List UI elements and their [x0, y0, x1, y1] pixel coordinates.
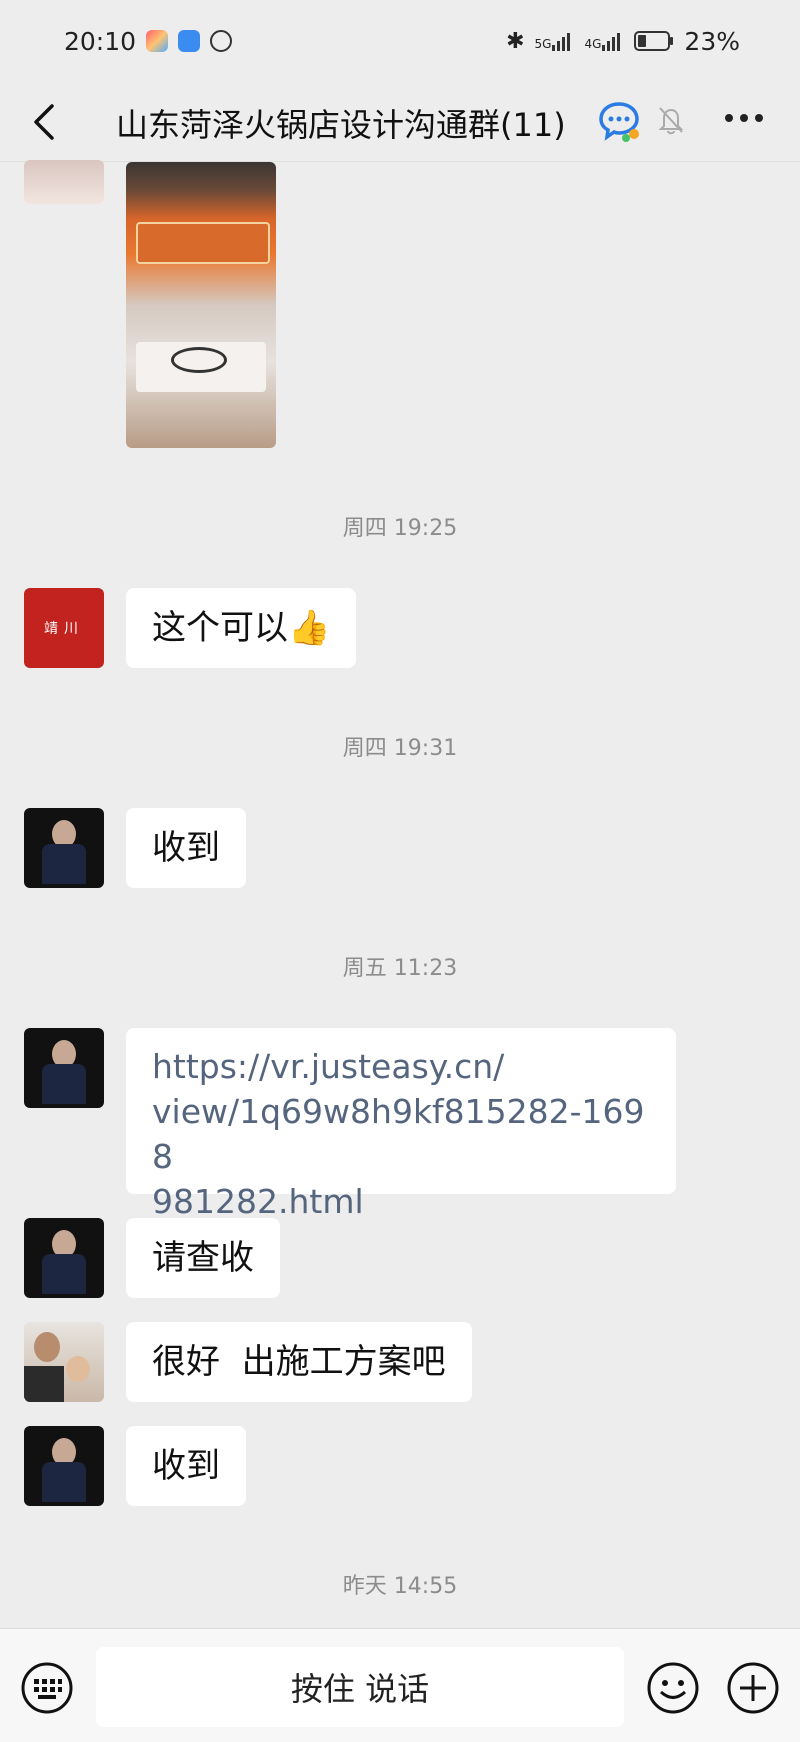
chat-title: 山东菏泽火锅店设计沟通群(11): [116, 106, 566, 144]
avatar-woman[interactable]: [24, 808, 104, 888]
avatar-logo-text: 靖川: [44, 621, 84, 637]
battery-percent: 23%: [684, 26, 740, 56]
avatar-woman[interactable]: [24, 1218, 104, 1298]
link-text-line1[interactable]: https://vr.justeasy.cn/: [152, 1044, 650, 1089]
message-text: 请查收: [152, 1238, 254, 1278]
restaurant-sign: [136, 222, 270, 264]
avatar-man-child[interactable]: [24, 1322, 104, 1402]
hotpot-ring: [171, 347, 227, 373]
avatar-woman[interactable]: [24, 1426, 104, 1506]
hand-icon: [210, 30, 233, 52]
group-chat-icon[interactable]: [596, 98, 642, 144]
signal-bars-1: [552, 33, 571, 51]
message-bubble[interactable]: 收到: [126, 808, 246, 888]
signal-4g-label: 4G: [584, 37, 602, 51]
timestamp: 周四 19:31: [342, 736, 458, 761]
timestamp: 昨天 14:55: [342, 1574, 458, 1599]
cloud-icon: [178, 30, 201, 52]
link-message-bubble[interactable]: https://vr.justeasy.cn/ view/1q69w8h9kf8…: [126, 1028, 676, 1221]
back-arrow-icon[interactable]: [24, 100, 68, 144]
message-bubble[interactable]: 请查收: [126, 1218, 280, 1298]
signal-4g-icon: 4G: [584, 31, 624, 51]
signal-5g-label: 5G: [534, 37, 552, 51]
keyboard-icon[interactable]: [20, 1661, 74, 1715]
emoji-icon[interactable]: [646, 1661, 700, 1715]
input-bar: 按住 说话: [0, 1628, 800, 1742]
status-bar: 20:10 ✱ 5G 4G 23%: [0, 0, 800, 82]
message-text: 收到: [152, 828, 220, 868]
app-icon: [146, 30, 169, 52]
message-text: 很好 出施工方案吧: [152, 1342, 446, 1382]
avatar-woman-top[interactable]: [24, 160, 104, 204]
signal-bars-2: [602, 33, 621, 51]
more-options-icon[interactable]: [724, 112, 764, 124]
link-text-line2[interactable]: view/1q69w8h9kf815282-1698: [152, 1089, 650, 1179]
battery-icon: [634, 31, 674, 51]
avatar-jingchuan[interactable]: 靖川: [24, 588, 104, 668]
avatar-woman[interactable]: [24, 1028, 104, 1108]
hold-to-talk-label: 按住 说话: [290, 1670, 430, 1708]
plus-icon[interactable]: [726, 1661, 780, 1715]
timestamp: 周四 19:25: [342, 516, 458, 541]
hold-to-talk-button[interactable]: 按住 说话: [96, 1647, 624, 1727]
status-time: 20:10: [64, 26, 137, 56]
mute-bell-icon[interactable]: [656, 104, 686, 136]
shared-image-thumbnail[interactable]: [126, 162, 276, 448]
message-bubble[interactable]: 这个可以👍: [126, 588, 357, 668]
message-bubble[interactable]: 很好 出施工方案吧: [126, 1322, 472, 1402]
chat-header: 山东菏泽火锅店设计沟通群(11): [0, 82, 800, 162]
timestamp: 周五 11:23: [342, 956, 458, 981]
message-bubble[interactable]: 收到: [126, 1426, 246, 1506]
signal-5g-icon: 5G: [535, 31, 575, 51]
message-text: 这个可以👍: [152, 608, 331, 648]
bluetooth-icon: ✱: [506, 28, 525, 54]
message-text: 收到: [152, 1446, 220, 1486]
